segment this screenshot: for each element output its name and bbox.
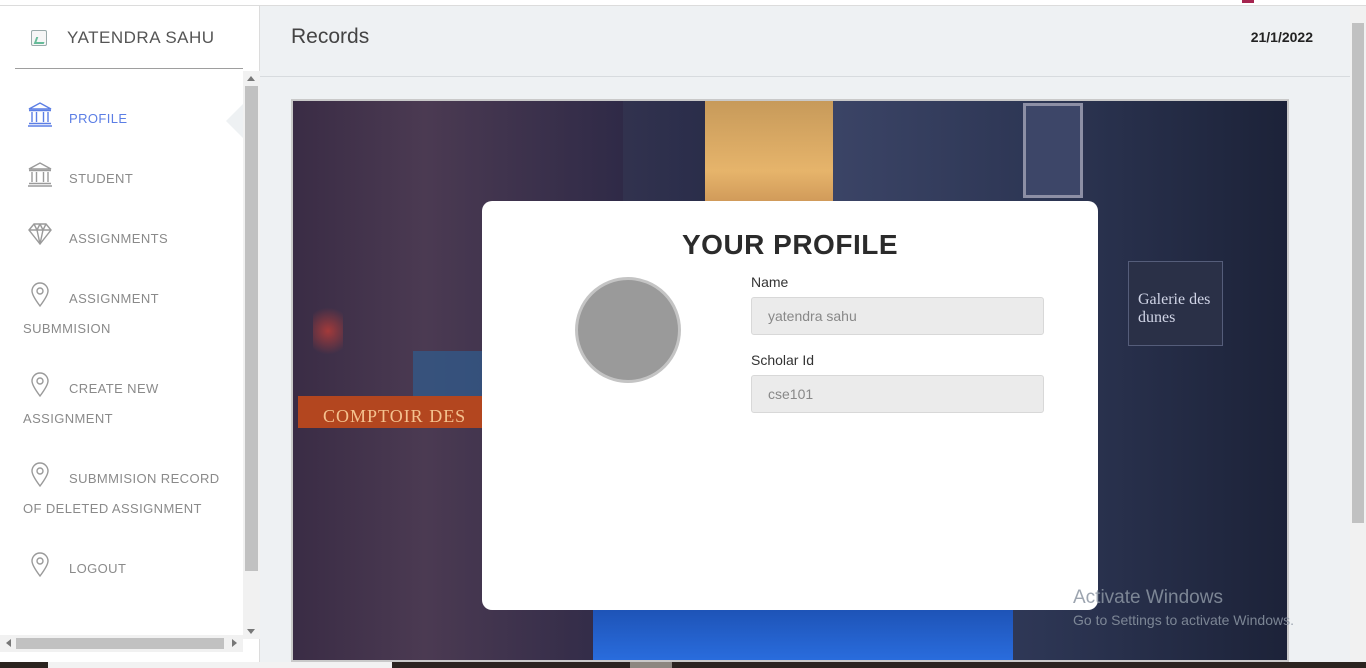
taskbar-segment [48,662,392,668]
scroll-left-arrow-icon[interactable] [6,639,11,647]
sidebar: YATENDRA SAHU PROFILE STUDENT ASSIGNMENT… [0,6,260,662]
sidebar-item-label: PROFILE [69,111,128,126]
page-title: Records [291,25,370,48]
sidebar-item-create-new-assignment[interactable]: CREATE NEW ASSIGNMENT [0,370,243,440]
scroll-right-arrow-icon[interactable] [232,639,237,647]
gallery-sign-text: Galerie des dunes [1138,291,1211,326]
scholar-id-field[interactable] [751,375,1044,413]
scrollbar-thumb[interactable] [16,638,224,649]
lamp-shape [313,301,343,361]
sidebar-nav: PROFILE STUDENT ASSIGNMENTS ASSIGNMENT S… [0,84,243,629]
sidebar-item-label: ASSIGNMENT SUBMMISION [23,291,159,336]
sidebar-item-submmision-record[interactable]: SUBMMISION RECORD OF DELETED ASSIGNMENT [0,460,243,530]
sidebar-item-assignment-submmision[interactable]: ASSIGNMENT SUBMMISION [0,280,243,350]
sky-shape [705,101,833,201]
sidebar-item-label: SUBMMISION RECORD OF DELETED ASSIGNMENT [23,471,220,516]
activate-windows-watermark: Activate Windows Go to Settings to activ… [1073,587,1294,630]
sidebar-item-label: CREATE NEW ASSIGNMENT [23,381,159,426]
taskbar-segment [630,662,672,668]
sidebar-vertical-scrollbar[interactable] [243,71,260,639]
avatar [575,277,681,383]
scroll-up-arrow-icon[interactable] [247,76,255,81]
shop-glow [413,351,483,396]
profile-card: YOUR PROFILE Name Scholar Id [482,201,1098,610]
brand-divider [15,68,243,69]
street-shape [593,601,1013,660]
scrollbar-thumb[interactable] [1352,23,1364,523]
name-field[interactable] [751,297,1044,335]
watermark-title: Activate Windows [1073,587,1223,608]
broken-image-icon [31,30,47,46]
sidebar-item-label: ASSIGNMENTS [69,231,169,246]
watermark-subtitle: Go to Settings to activate Windows. [1073,612,1294,628]
scrollbar-thumb[interactable] [245,86,258,571]
taskbar-edge [0,662,1366,668]
shop-sign-text: COMPTOIR DES [323,406,467,426]
name-label: Name [751,274,789,290]
scholar-id-label: Scholar Id [751,352,815,368]
sidebar-item-profile[interactable]: PROFILE [0,100,243,140]
header-divider [260,76,1350,77]
sidebar-item-label: STUDENT [69,171,134,186]
brand-name: YATENDRA SAHU [67,28,215,47]
sidebar-item-student[interactable]: STUDENT [0,160,243,200]
sidebar-horizontal-scrollbar[interactable] [0,635,243,652]
brand[interactable]: YATENDRA SAHU [0,6,243,69]
current-date: 21/1/2022 [1250,29,1313,45]
sidebar-item-logout[interactable]: LOGOUT [0,550,243,590]
scroll-down-arrow-icon[interactable] [247,629,255,634]
active-indicator [226,104,243,138]
tab-indicator [1242,0,1254,3]
sidebar-item-assignments[interactable]: ASSIGNMENTS [0,220,243,260]
window-shape [1023,103,1083,198]
profile-title: YOUR PROFILE [681,229,898,260]
page-vertical-scrollbar[interactable] [1350,6,1366,662]
sidebar-item-label: LOGOUT [69,561,127,576]
